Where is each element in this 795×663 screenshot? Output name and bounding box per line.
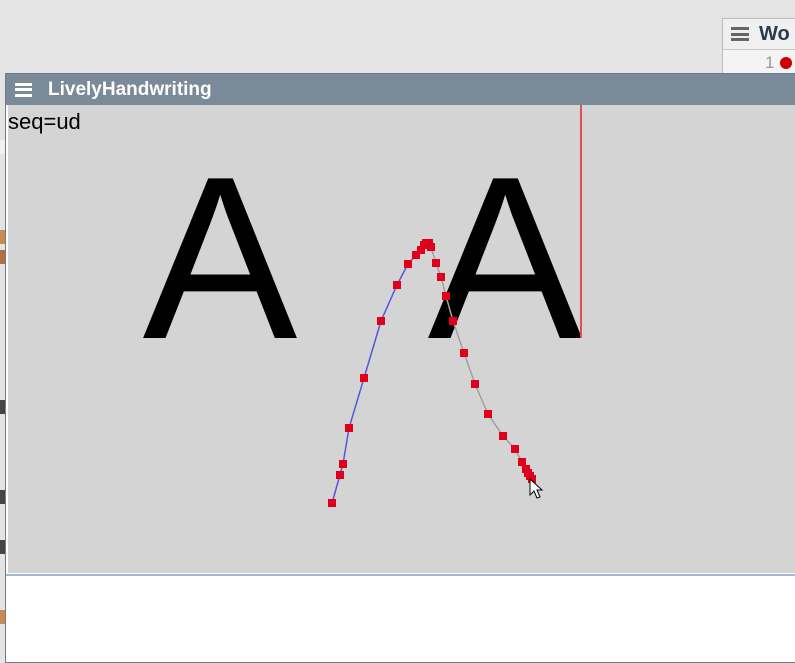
stroke-point [393,281,401,289]
glyph-a-1: A [143,129,298,388]
stroke-point [471,380,479,388]
stroke-point [518,458,526,466]
window-titlebar[interactable]: LivelyHandwriting [6,74,795,105]
stroke-point [511,445,519,453]
stroke-point [484,410,492,418]
stroke-point [432,259,440,267]
stroke-point [427,243,435,251]
stroke-point [449,317,457,325]
stroke-point [328,499,336,507]
stroke-point [499,432,507,440]
menu-icon[interactable] [15,82,32,97]
stroke-point [377,317,385,325]
stroke-point [360,374,368,382]
glyph-a-2: A [428,129,583,388]
stroke-point [442,292,450,300]
handwriting-canvas[interactable]: seq=ud A A [8,105,795,573]
stroke-point [345,424,353,432]
panel-divider [6,574,795,576]
stroke-point [437,273,445,281]
window-title: LivelyHandwriting [48,78,212,100]
drawing-svg: A A [143,105,583,507]
background-window-titlebar: Wo [723,19,795,50]
menu-icon[interactable] [731,27,749,41]
background-window-title: Wo [759,22,790,45]
status-dot-icon [780,57,793,69]
stroke-point [336,471,344,479]
lively-handwriting-window: LivelyHandwriting seq=ud A A [5,73,795,663]
stroke-point [404,260,412,268]
bottom-panel [6,577,795,662]
row-number: 1 [765,53,775,72]
stroke-point [339,460,347,468]
stroke-point [460,349,468,357]
